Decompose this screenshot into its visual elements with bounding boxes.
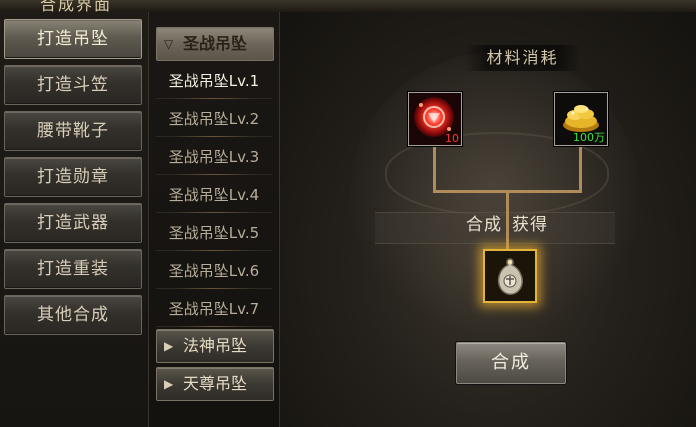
connector-line (433, 146, 436, 192)
group-header-mage-pendant[interactable]: ▶ 法神吊坠 (156, 329, 274, 363)
connector-line (579, 146, 582, 192)
group-label: 法神吊坠 (183, 336, 248, 355)
list-item-lv2[interactable]: 圣战吊坠Lv.2 (156, 102, 272, 137)
group-header-holy-war-pendant[interactable]: ▽ 圣战吊坠 (156, 27, 274, 61)
chevron-right-icon: ▶ (164, 377, 174, 391)
result-labels: 合成 获得 (466, 210, 558, 235)
list-item-lv4[interactable]: 圣战吊坠Lv.4 (156, 178, 272, 213)
list-item-lv7[interactable]: 圣战吊坠Lv.7 (156, 292, 272, 327)
category-tab-weapon[interactable]: 打造武器 (4, 203, 142, 243)
category-tab-belt-boots[interactable]: 腰带靴子 (4, 111, 142, 151)
obtain-label: 获得 (512, 215, 548, 235)
result-item-slot[interactable] (483, 249, 537, 303)
group-header-taoist-pendant[interactable]: ▶ 天尊吊坠 (156, 367, 274, 401)
pendant-icon (485, 251, 535, 301)
category-tab-medal[interactable]: 打造勋章 (4, 157, 142, 197)
item-list-column: ▽ 圣战吊坠 圣战吊坠Lv.1 圣战吊坠Lv.2 圣战吊坠Lv.3 圣战吊坠Lv… (149, 12, 280, 427)
category-tab-hat[interactable]: 打造斗笠 (4, 65, 142, 105)
crafting-panel: 材料消耗 10 100万 合成 获得 合成 (280, 12, 696, 427)
chevron-down-icon: ▽ (164, 37, 174, 51)
material-qty: 100万 (573, 131, 605, 144)
craft-label: 合成 (466, 215, 502, 235)
craft-button[interactable]: 合成 (456, 342, 566, 384)
list-item-lv1[interactable]: 圣战吊坠Lv.1 (156, 64, 272, 99)
crafting-window: 合成界面 打造吊坠 打造斗笠 腰带靴子 打造勋章 打造武器 打造重装 其他合成 … (0, 0, 696, 427)
list-item-lv3[interactable]: 圣战吊坠Lv.3 (156, 140, 272, 175)
chevron-right-icon: ▶ (164, 339, 174, 353)
category-tab-heavy-armor[interactable]: 打造重装 (4, 249, 142, 289)
category-column: 打造吊坠 打造斗笠 腰带靴子 打造勋章 打造武器 打造重装 其他合成 (0, 12, 149, 427)
group-label: 天尊吊坠 (183, 374, 248, 393)
list-item-lv6[interactable]: 圣战吊坠Lv.6 (156, 254, 272, 289)
group-label: 圣战吊坠 (183, 34, 248, 53)
category-tab-other[interactable]: 其他合成 (4, 295, 142, 335)
material-slot-gold[interactable]: 100万 (554, 92, 608, 146)
material-slot-gem[interactable]: 10 (408, 92, 462, 146)
material-qty: 10 (445, 132, 459, 145)
materials-title: 材料消耗 (465, 45, 580, 71)
category-tab-pendant[interactable]: 打造吊坠 (4, 19, 142, 59)
list-item-lv5[interactable]: 圣战吊坠Lv.5 (156, 216, 272, 251)
